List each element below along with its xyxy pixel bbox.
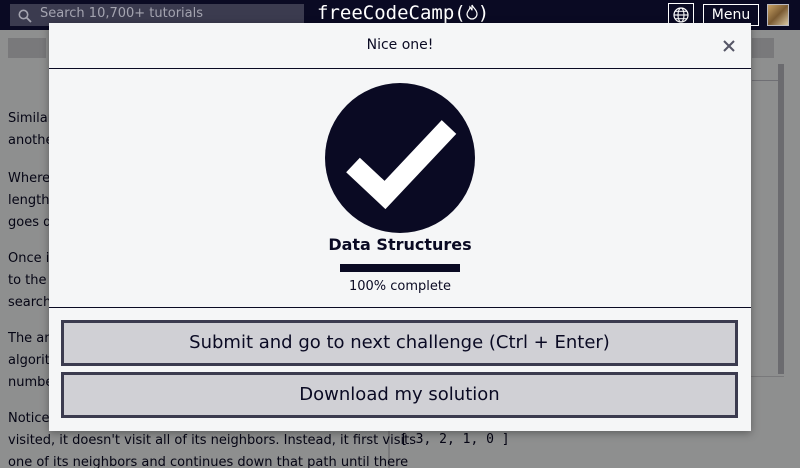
modal-header: Nice one! bbox=[49, 23, 751, 69]
close-icon bbox=[723, 40, 735, 52]
search-placeholder: Search 10,700+ tutorials bbox=[40, 6, 204, 21]
progress-bar bbox=[340, 264, 460, 272]
avatar[interactable] bbox=[767, 4, 789, 26]
flame-icon bbox=[466, 4, 478, 23]
download-solution-button[interactable]: Download my solution bbox=[61, 372, 738, 418]
logo-text: freeCodeCamp( bbox=[317, 2, 466, 24]
logo-close: ) bbox=[477, 2, 490, 24]
globe-icon bbox=[673, 7, 689, 23]
modal-title: Nice one! bbox=[366, 37, 434, 53]
submit-next-challenge-button[interactable]: Submit and go to next challenge (Ctrl + … bbox=[61, 320, 738, 366]
completion-modal: Nice one! Data Structures 100% complete … bbox=[49, 23, 751, 431]
modal-body: Data Structures 100% complete bbox=[49, 69, 751, 308]
progress-fill bbox=[340, 264, 460, 272]
progress-label: 100% complete bbox=[348, 279, 452, 294]
fcc-logo[interactable]: freeCodeCamp() bbox=[317, 2, 489, 24]
check-circle-icon bbox=[325, 83, 475, 233]
search-icon bbox=[18, 8, 32, 23]
close-button[interactable] bbox=[719, 36, 739, 56]
certification-title: Data Structures bbox=[328, 235, 472, 254]
